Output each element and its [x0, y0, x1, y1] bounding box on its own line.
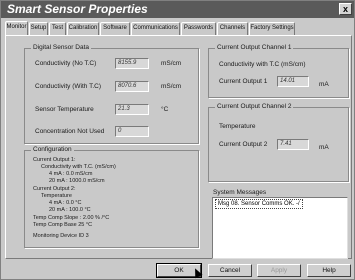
tab-setup[interactable]: Setup	[29, 22, 48, 35]
config-line: 20 mA : 1000.0 mS/cm	[49, 178, 105, 184]
config-line: Temp Comp Slope : 2.00 % /°C	[33, 215, 110, 221]
current-output-1-field: 14.01	[277, 76, 309, 87]
digital-sensor-data-group: Digital Sensor Data Conductivity (No T.C…	[24, 43, 199, 144]
cancel-button[interactable]: Cancel	[208, 264, 252, 277]
current-output-channel-1-group: Current Output Channel 1 Conductivity wi…	[208, 43, 349, 98]
tab-software[interactable]: Software	[100, 22, 130, 35]
group-title: Current Output Channel 2	[215, 102, 294, 112]
sensor-temperature-unit: °C	[161, 106, 169, 113]
conductivity-with-tc-unit: mS/cm	[161, 83, 182, 90]
smart-sensor-properties-window: Smart Sensor Properties x Monitor Setup …	[0, 0, 355, 280]
config-line: Current Output 1:	[33, 157, 76, 163]
window-title: Smart Sensor Properties	[7, 2, 148, 16]
system-messages-title: System Messages	[213, 189, 267, 196]
sensor-temperature-field: 21.3	[115, 104, 149, 115]
config-line: Temperature	[41, 193, 72, 199]
config-line: Temp Comp Base 25 °C	[33, 222, 93, 228]
conductivity-with-tc-field: 8070.6	[115, 81, 149, 92]
tab-calibration[interactable]: Calibration	[67, 22, 99, 35]
conductivity-no-tc-label: Conductivity (No T.C)	[35, 60, 97, 67]
current-output-1-unit: mA	[319, 81, 329, 88]
conductivity-no-tc-unit: mS/cm	[161, 60, 182, 67]
title-bar[interactable]: Smart Sensor Properties x	[1, 1, 354, 18]
concentration-label: Concentration Not Used	[35, 128, 105, 135]
conductivity-with-tc-label: Conductivity (With T.C)	[35, 83, 101, 90]
config-line: Conductivity with T.C. (mS/cm)	[41, 164, 116, 170]
concentration-field: 0	[115, 126, 149, 137]
tab-communications[interactable]: Communications	[131, 22, 180, 35]
current-output-1-label: Current Output 1	[219, 78, 268, 85]
system-messages-list[interactable]: Msg 08. Sensor Comms OK. -/	[212, 197, 348, 259]
group-title: Digital Sensor Data	[31, 43, 91, 53]
close-icon[interactable]: x	[339, 3, 352, 15]
group-title: Configuration	[31, 145, 74, 155]
config-line: Current Output 2:	[33, 186, 76, 192]
list-item[interactable]: Msg 08. Sensor Comms OK. -/	[215, 199, 303, 209]
config-line: 4 mA : 0.0 °C	[49, 200, 82, 206]
current-output-channel-2-group: Current Output Channel 2 Temperature Cur…	[208, 102, 349, 182]
tab-strip: Monitor Setup Test Calibration Software …	[5, 21, 352, 36]
apply-button[interactable]: Apply	[257, 264, 301, 277]
channel-2-description: Temperature	[219, 123, 256, 130]
conductivity-no-tc-field: 8155.9	[115, 58, 149, 69]
current-output-2-unit: mA	[319, 144, 329, 151]
tab-monitor[interactable]: Monitor	[5, 21, 28, 36]
config-line: 20 mA : 100.0 °C	[49, 207, 91, 213]
tab-channels[interactable]: Channels	[217, 22, 248, 35]
configuration-group: Configuration Current Output 1: Conducti…	[24, 145, 199, 248]
config-line: 4 mA : 0.0 mS/cm	[49, 171, 93, 177]
tab-factory-settings[interactable]: Factory Settings	[249, 22, 295, 35]
tab-test[interactable]: Test	[49, 22, 66, 35]
help-button[interactable]: Help	[307, 264, 351, 277]
group-title: Current Output Channel 1	[215, 43, 294, 53]
config-line: Monitoring Device ID 3	[33, 233, 89, 239]
channel-1-description: Conductivity with T.C (mS/cm)	[219, 61, 306, 68]
tab-passwords[interactable]: Passwords	[181, 22, 216, 35]
sensor-temperature-label: Sensor Temperature	[35, 106, 94, 113]
current-output-2-field: 7.41	[277, 139, 309, 150]
current-output-2-label: Current Output 2	[219, 141, 268, 148]
